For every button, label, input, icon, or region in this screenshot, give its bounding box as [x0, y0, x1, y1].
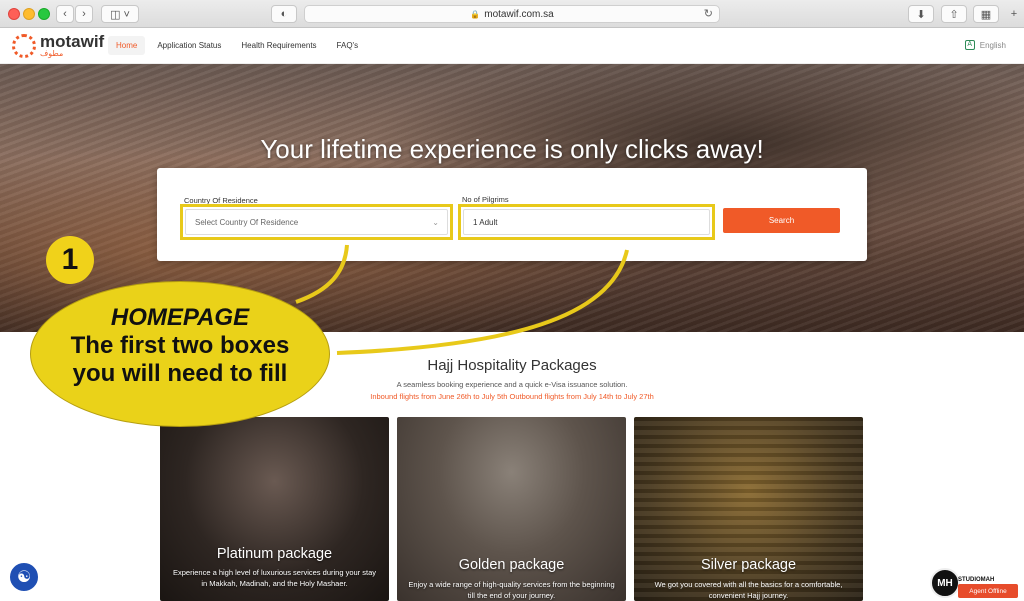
annotation-heading: HOMEPAGE	[110, 304, 250, 331]
annotation-text: The first two boxes you will need to fil…	[31, 332, 329, 388]
annotation-bubble: HOMEPAGE The first two boxes you will ne…	[30, 281, 330, 427]
annotation-line-2: The first two boxes	[70, 332, 290, 359]
connector-to-country	[295, 244, 349, 304]
connector-to-pilgrims	[336, 249, 629, 355]
annotation-line-3: you will need to fill	[72, 360, 288, 387]
step-number-badge: 1	[46, 236, 94, 284]
studio-name: STUDIOMAH	[958, 577, 995, 583]
agent-status-button[interactable]: Agent Offline	[958, 584, 1018, 598]
accessibility-icon[interactable]: ☯	[8, 561, 40, 593]
studio-logo: MH	[930, 568, 960, 598]
